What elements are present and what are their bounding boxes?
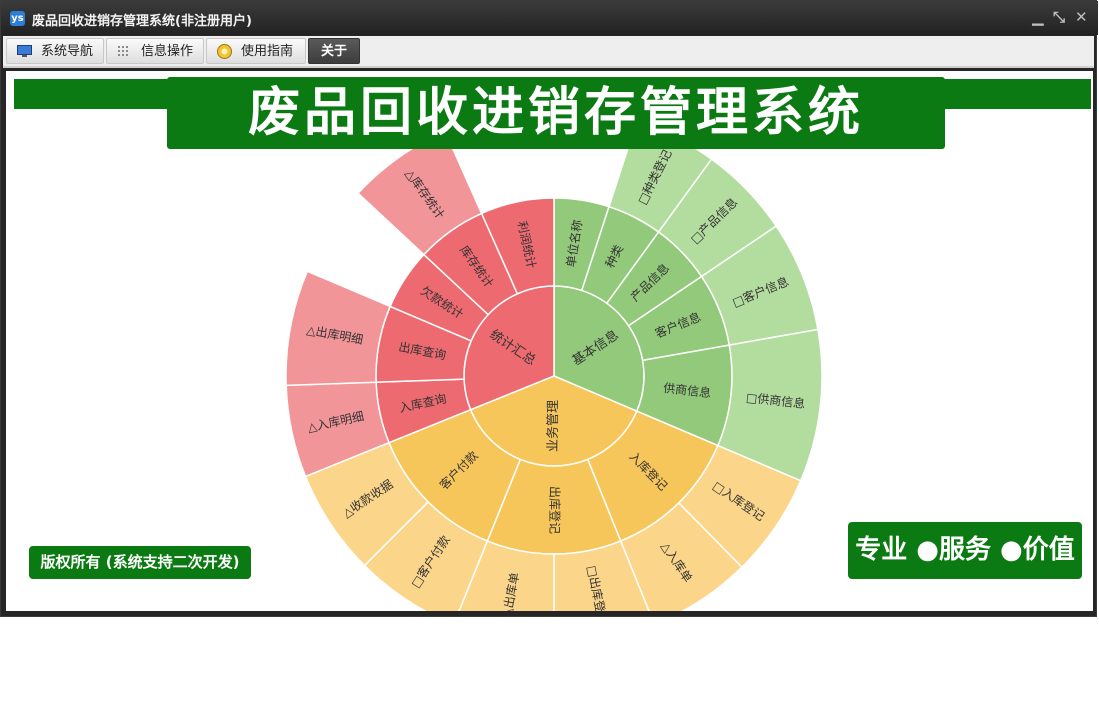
minimize-icon[interactable]: ▁ [1032,8,1044,26]
grid-icon [118,46,128,56]
app-logo-icon: ys [10,11,25,26]
tab-label: 关于 [321,44,348,59]
app-window: ys 废品回收进销存管理系统(非注册用户) ▁ ⤡ ✕ 系统导航 信息操作 使用… [0,0,1098,617]
tab-user-guide[interactable]: 使用指南 [206,38,306,64]
tab-about[interactable]: 关于 [308,38,360,64]
tab-label: 系统导航 [41,44,94,59]
banner-title: 废品回收进销存管理系统 [167,77,945,149]
tab-label: 信息操作 [141,44,194,59]
tab-system-navigation[interactable]: 系统导航 [6,38,104,64]
tab-info-operation[interactable]: 信息操作 [106,38,204,64]
window-title: 废品回收进销存管理系统(非注册用户) [32,14,252,29]
title-bar[interactable]: ys 废品回收进销存管理系统(非注册用户) ▁ ⤡ ✕ [1,1,1098,35]
slogan-badge: 专业 ●服务 ●价值 [848,522,1082,579]
sunburst-root-label: 业务管理 [545,400,561,452]
guide-icon [217,44,232,59]
tab-label: 使用指南 [241,44,294,59]
monitor-icon [17,45,32,57]
menu-tab-bar: 系统导航 信息操作 使用指南 关于 [3,36,1094,68]
restore-icon[interactable]: ⤡ [1053,8,1065,26]
about-panel: 基本信息 单位名称 种类 □种类登记 产品信息 □产品信息 客户信息 □客户信息 供商信息 □供商… [6,71,1093,611]
close-icon[interactable]: ✕ [1075,8,1088,26]
copyright-badge: 版权所有 (系统支持二次开发) [29,546,251,579]
sunburst-item-label: 出库登记 [548,486,563,534]
